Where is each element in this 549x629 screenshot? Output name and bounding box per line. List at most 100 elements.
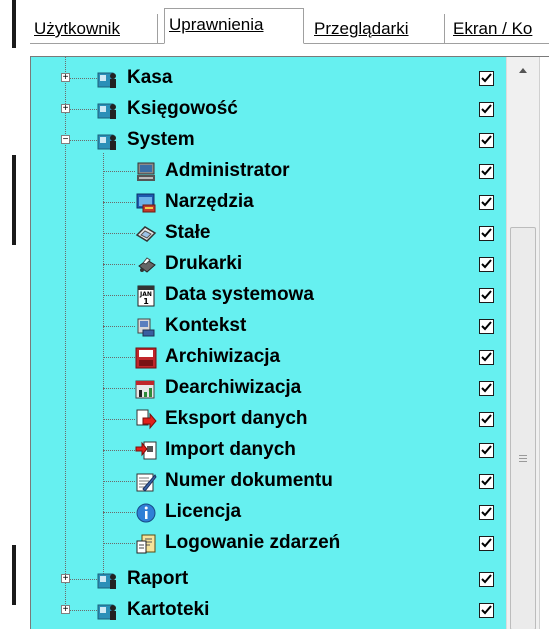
export-arrow-icon	[135, 409, 157, 431]
permission-checkbox[interactable]	[479, 257, 494, 272]
tree-item-label: Import danych	[165, 439, 296, 460]
tree-item-label: Numer dokumentu	[165, 470, 333, 491]
permission-checkbox[interactable]	[479, 603, 494, 618]
tree-item-numer-dokumentu[interactable]: Numer dokumentu	[31, 466, 506, 497]
edge-bar	[12, 155, 16, 245]
tree-item-label: Stałe	[165, 222, 211, 243]
tree-item-label: Kartoteki	[127, 599, 210, 620]
tree-item-ksiegowosc[interactable]: + Księgowość	[31, 94, 506, 125]
scroll-up-button[interactable]	[507, 57, 539, 85]
user-card-icon	[97, 569, 119, 591]
tree-item-licencja[interactable]: Licencja	[31, 497, 506, 528]
permission-checkbox[interactable]	[479, 536, 494, 551]
tree-item-drukarki[interactable]: Drukarki	[31, 249, 506, 280]
permissions-tree-panel: + Kasa + Księgowość − System Administrat…	[30, 56, 549, 629]
tab-uzytkownik[interactable]: Użytkownik	[30, 14, 158, 43]
scrollbar-thumb[interactable]	[510, 227, 536, 629]
tree-item-stale[interactable]: Stałe	[31, 218, 506, 249]
thumb-grip	[519, 461, 527, 462]
edge-bar	[12, 545, 16, 605]
tree-line	[103, 450, 135, 451]
document-number-pen-icon	[135, 471, 157, 493]
permission-checkbox[interactable]	[479, 71, 494, 86]
tree-item-kontekst[interactable]: Kontekst	[31, 311, 506, 342]
tree-item-eksport-danych[interactable]: Eksport danych	[31, 404, 506, 435]
import-arrow-icon	[135, 440, 157, 462]
tree-item-label: Narzędzia	[165, 191, 254, 212]
tab-przegladarki[interactable]: Przeglądarki	[310, 14, 445, 43]
tree-item-narzedzia[interactable]: Narzędzia	[31, 187, 506, 218]
permission-checkbox[interactable]	[479, 443, 494, 458]
tree-item-import-danych[interactable]: Import danych	[31, 435, 506, 466]
tree-line	[103, 543, 135, 544]
tools-window-icon	[135, 192, 157, 214]
tree-line	[103, 326, 135, 327]
tree-item-raport[interactable]: + Raport	[31, 564, 506, 595]
tree-item-system[interactable]: − System	[31, 125, 506, 156]
tree-item-label: Drukarki	[165, 253, 243, 274]
tree-item-label: Dearchiwizacja	[165, 377, 302, 398]
user-card-icon	[97, 68, 119, 90]
tree-item-label: Archiwizacja	[165, 346, 281, 367]
tree-line	[103, 264, 135, 265]
tree-item-data-systemowa[interactable]: JAN 1 Data systemowa	[31, 280, 506, 311]
permission-checkbox[interactable]	[479, 319, 494, 334]
permission-checkbox[interactable]	[479, 195, 494, 210]
collapse-icon[interactable]: −	[61, 135, 70, 145]
user-card-icon	[97, 600, 119, 622]
diamond-constant-icon	[135, 223, 157, 245]
permission-checkbox[interactable]	[479, 133, 494, 148]
panel-right-edge	[539, 57, 549, 629]
context-window-icon	[135, 316, 157, 338]
expand-icon[interactable]: +	[61, 73, 70, 83]
permission-checkbox[interactable]	[479, 164, 494, 179]
tree-item-label: Księgowość	[127, 98, 238, 119]
tree-item-archiwizacja[interactable]: Archiwizacja	[31, 342, 506, 373]
expand-icon[interactable]: +	[61, 104, 70, 114]
tree-item-label: Logowanie zdarzeń	[165, 532, 341, 553]
permission-checkbox[interactable]	[479, 412, 494, 427]
event-log-icon	[135, 533, 157, 555]
tree-item-label: Data systemowa	[165, 284, 314, 305]
tree-item-kartoteki[interactable]: + Kartoteki	[31, 595, 506, 626]
tree-item-label: Administrator	[165, 160, 290, 181]
calendar-jan-1-icon: JAN 1	[135, 285, 157, 307]
tree-line	[103, 202, 135, 203]
permission-checkbox[interactable]	[479, 474, 494, 489]
chevron-up-icon	[519, 68, 527, 73]
tree-item-administrator[interactable]: Administrator	[31, 156, 506, 187]
expand-icon[interactable]: +	[61, 574, 70, 584]
tree-item-label: Eksport danych	[165, 408, 308, 429]
permission-checkbox[interactable]	[479, 381, 494, 396]
archive-red-disk-icon	[135, 347, 157, 369]
administrator-computer-icon	[135, 161, 157, 183]
tree-item-label: Raport	[127, 568, 189, 589]
tree-line	[103, 357, 135, 358]
tree-item-kasa[interactable]: + Kasa	[31, 63, 506, 94]
permission-checkbox[interactable]	[479, 572, 494, 587]
tree-item-label: Licencja	[165, 501, 242, 522]
permission-checkbox[interactable]	[479, 102, 494, 117]
expand-icon[interactable]: +	[61, 605, 70, 615]
tab-uprawnienia[interactable]: Uprawnienia	[164, 8, 304, 44]
thumb-grip	[519, 458, 527, 459]
dearchive-disk-icon	[135, 378, 157, 400]
permission-checkbox[interactable]	[479, 505, 494, 520]
tab-ekran[interactable]: Ekran / Ko	[449, 14, 549, 43]
user-card-icon	[97, 130, 119, 152]
tree-item-dearchiwizacja[interactable]: Dearchiwizacja	[31, 373, 506, 404]
calendar-day-text: 1	[143, 297, 149, 306]
tree-line	[103, 419, 135, 420]
permission-checkbox[interactable]	[479, 226, 494, 241]
tree-item-label: Kontekst	[165, 315, 247, 336]
permission-checkbox[interactable]	[479, 350, 494, 365]
printer-icon	[135, 254, 157, 276]
permissions-tree: + Kasa + Księgowość − System Administrat…	[31, 57, 506, 629]
tree-scrollbar[interactable]	[506, 57, 539, 629]
background-window-edge	[0, 0, 25, 629]
thumb-grip	[519, 455, 527, 456]
tree-item-logowanie-zdarzen[interactable]: Logowanie zdarzeń	[31, 528, 506, 559]
permission-checkbox[interactable]	[479, 288, 494, 303]
tree-line	[103, 481, 135, 482]
info-circle-icon	[135, 502, 157, 524]
